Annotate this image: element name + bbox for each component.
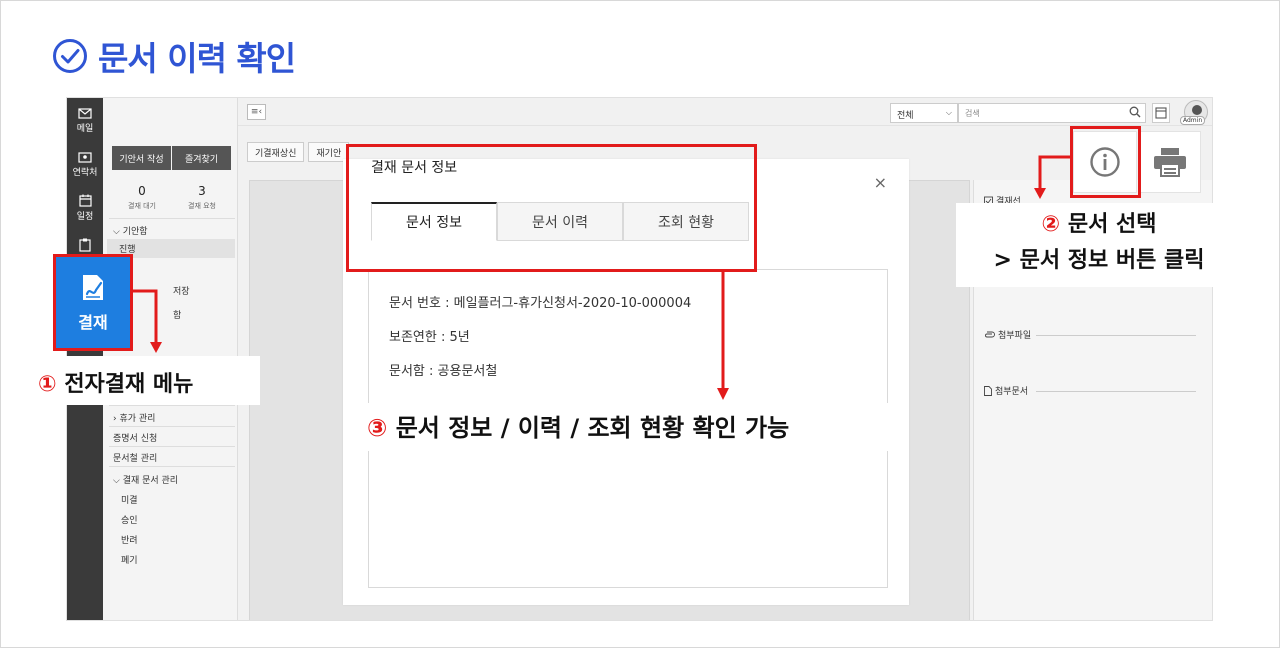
attachments-section[interactable]: 첨부파일 xyxy=(984,328,1031,341)
nav-mail[interactable]: 메일 xyxy=(67,108,103,134)
retention-field: 보존연한 : 5년 xyxy=(389,330,470,345)
divider xyxy=(109,466,235,467)
callout-2-line1: ② 문서 선택 xyxy=(956,207,1242,243)
tree-sub-rejected[interactable]: 반려 xyxy=(121,533,138,546)
divider xyxy=(109,426,235,427)
attached-docs-label: 첨부문서 xyxy=(995,387,1029,397)
callout-doc-select: ② 문서 선택 > 문서 정보 버튼 클릭 xyxy=(956,203,1242,287)
page-title: 문서 이력 확인 xyxy=(98,39,296,78)
request-count-value: 3 xyxy=(198,184,206,198)
tree-doc-mgmt[interactable]: ⌵ 결재 문서 관리 xyxy=(113,473,178,486)
tree-sub-pending[interactable]: 미결 xyxy=(121,493,138,506)
search-placeholder: 검색 xyxy=(965,109,980,118)
collapse-menu-button[interactable]: ≡‹ xyxy=(247,104,266,120)
tree-leave[interactable]: › 휴가 관리 xyxy=(113,411,155,424)
search-icon[interactable] xyxy=(1129,106,1141,118)
callout-3-number: ③ xyxy=(367,414,388,442)
callout-doc-info: ③ 문서 정보 / 이력 / 조회 현황 확인 가능 xyxy=(363,403,893,451)
request-count-label: 결재 요청 xyxy=(188,202,216,210)
tree-draft-box-label: 기안함 xyxy=(122,227,148,237)
callout-1-number: ① xyxy=(38,372,57,397)
tree-draft-box[interactable]: ⌵ 기안함 xyxy=(113,224,148,237)
highlight-modal-tabs xyxy=(346,144,757,272)
tree-folder[interactable]: 문서철 관리 xyxy=(113,451,157,464)
request-count[interactable]: 3 결재 요청 xyxy=(172,184,232,211)
paperclip-icon xyxy=(985,331,995,338)
tree-sub-discarded[interactable]: 폐기 xyxy=(121,553,138,566)
callout-1-text: 전자결재 메뉴 xyxy=(64,372,194,397)
tree-leave-label: 휴가 관리 xyxy=(119,414,156,424)
top-bar: ≡‹ 전체 ⌵ 검색 Admin xyxy=(238,98,1212,126)
mail-icon xyxy=(78,108,92,119)
approval-menu-label: 결재 xyxy=(78,312,108,332)
calendar-icon xyxy=(1155,107,1167,119)
tree-sub-approved[interactable]: 승인 xyxy=(121,513,138,526)
tree-certificate[interactable]: 증명서 신청 xyxy=(113,431,157,444)
highlight-info-button xyxy=(1070,126,1141,198)
search-scope-value: 전체 xyxy=(897,111,914,121)
chevron-down-icon: ⌵ xyxy=(945,108,952,117)
attachments-label: 첨부파일 xyxy=(998,331,1032,341)
doc-number-field: 문서 번호 : 메일플러그-휴가신청서-2020-10-000004 xyxy=(389,296,692,311)
nav-approval[interactable] xyxy=(67,238,103,254)
search-scope-select[interactable]: 전체 ⌵ xyxy=(890,103,958,123)
doc-toolbar: 기결재상신 재기안 xyxy=(247,142,350,162)
tree-item-saved[interactable]: 저장 xyxy=(173,284,190,297)
search-input[interactable]: 검색 xyxy=(958,103,1146,123)
divider xyxy=(109,218,235,219)
approval-counts: 0 결재 대기 3 결재 요청 xyxy=(112,184,232,211)
nav-calendar[interactable]: 일정 xyxy=(67,194,103,222)
attached-docs-section[interactable]: 첨부문서 xyxy=(984,384,1028,397)
print-button[interactable] xyxy=(1139,131,1201,193)
pending-count-value: 0 xyxy=(138,184,146,198)
contact-card-icon xyxy=(78,152,92,163)
clipboard-icon xyxy=(79,238,91,252)
nav-calendar-label: 일정 xyxy=(76,212,94,222)
callout-3-text: 문서 정보 / 이력 / 조회 현황 확인 가능 xyxy=(395,414,790,442)
doc-box-field: 문서함 : 공용문서철 xyxy=(389,364,498,379)
sidebar-buttons: 기안서 작성 즐겨찾기 xyxy=(112,146,231,170)
title-row: 문서 이력 확인 xyxy=(52,32,296,80)
tree-doc-mgmt-label: 결재 문서 관리 xyxy=(122,476,179,486)
resubmit-button[interactable]: 기결재상신 xyxy=(247,142,305,162)
document-sign-icon xyxy=(83,274,103,300)
callout-2-number: ② xyxy=(1041,212,1061,237)
write-draft-button[interactable]: 기안서 작성 xyxy=(112,146,171,170)
check-circle-icon xyxy=(53,39,87,73)
divider xyxy=(1036,391,1196,392)
pending-count-label: 결재 대기 xyxy=(128,202,156,210)
divider xyxy=(109,446,235,447)
arrow-3-icon xyxy=(717,270,729,400)
arrow-1-icon xyxy=(132,289,162,353)
tree-item-box[interactable]: 함 xyxy=(173,308,181,321)
arrow-2-icon xyxy=(1034,155,1072,199)
nav-contacts[interactable]: 연락처 xyxy=(67,152,103,178)
calendar-icon xyxy=(78,194,92,207)
approval-menu-button[interactable]: 결재 xyxy=(53,254,133,351)
nav-mail-label: 메일 xyxy=(76,124,94,134)
callout-2-line2: > 문서 정보 버튼 클릭 xyxy=(993,248,1205,273)
divider xyxy=(109,405,235,406)
document-icon xyxy=(984,385,992,396)
callout-approval-menu: ① 전자결재 메뉴 xyxy=(30,356,260,405)
printer-icon xyxy=(1154,148,1186,177)
callout-2-text: 문서 선택 xyxy=(1067,212,1157,237)
divider xyxy=(1036,335,1196,336)
favorites-button[interactable]: 즐겨찾기 xyxy=(172,146,231,170)
avatar-label: Admin xyxy=(1180,116,1206,125)
nav-contacts-label: 연락처 xyxy=(72,168,98,178)
close-icon[interactable]: × xyxy=(874,173,887,192)
pending-count[interactable]: 0 결재 대기 xyxy=(112,184,172,211)
calendar-button[interactable] xyxy=(1152,103,1170,123)
